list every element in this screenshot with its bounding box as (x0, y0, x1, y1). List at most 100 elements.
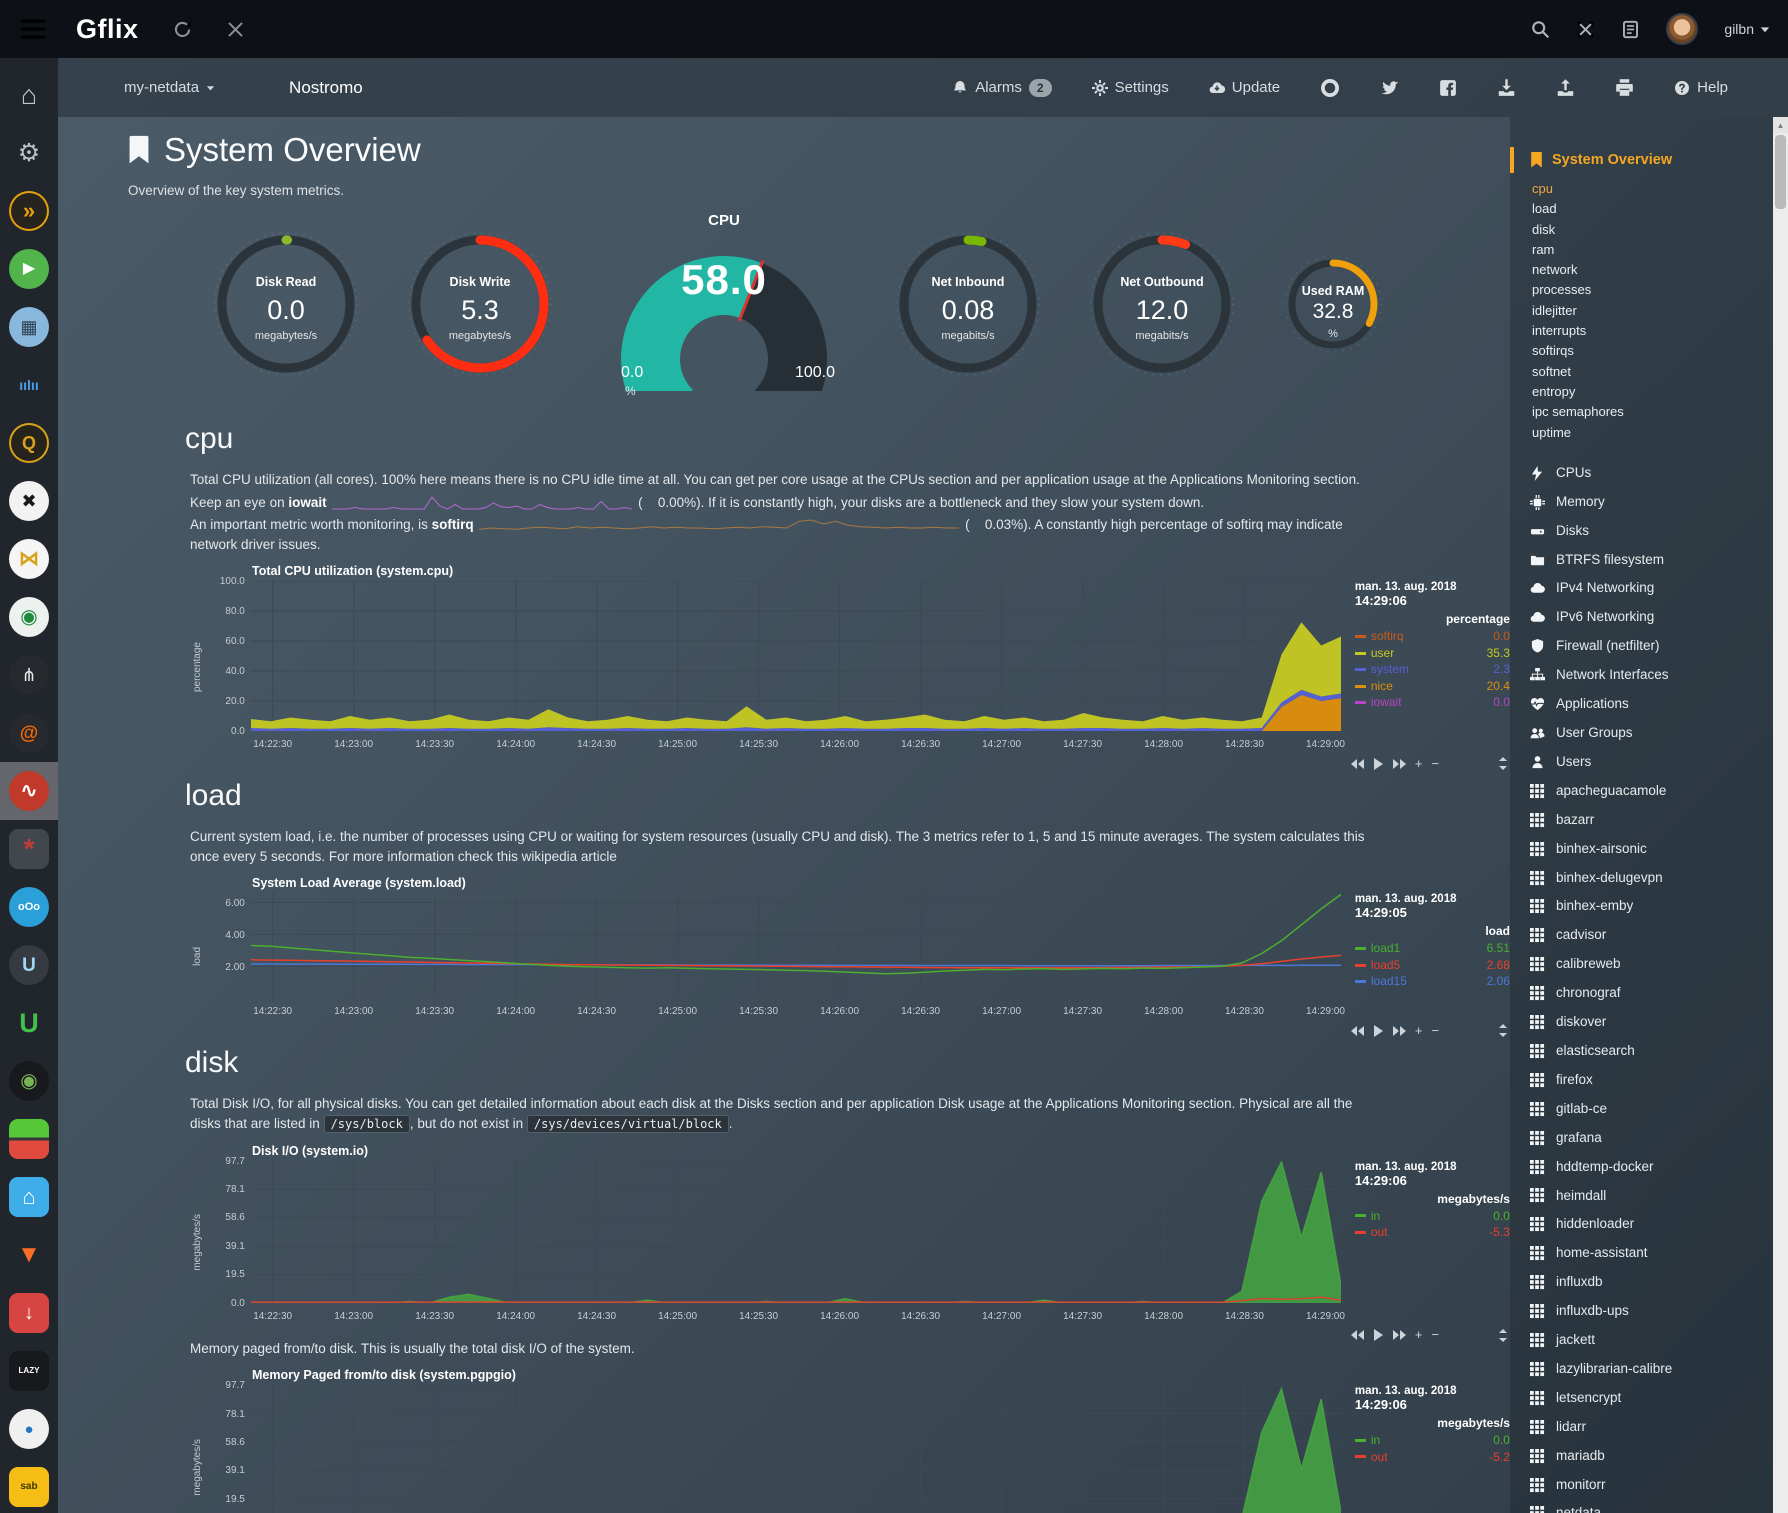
twitter-icon[interactable] (1380, 78, 1399, 97)
facebook-icon[interactable] (1439, 79, 1457, 97)
menu-app-binhex-emby[interactable]: binhex-emby (1530, 892, 1765, 921)
legend-in[interactable]: in 0.0 (1355, 1208, 1510, 1225)
zoom-out-button[interactable]: − (1431, 758, 1439, 770)
hostname[interactable]: Nostromo (289, 78, 363, 98)
rail-sabnzbd[interactable]: sab (0, 1458, 58, 1513)
pan-forward-button[interactable] (1392, 1329, 1406, 1341)
menu-app-netdata[interactable]: netdata (1530, 1499, 1765, 1513)
scrollbar-up-arrow[interactable]: ▲ (1773, 117, 1788, 133)
pan-forward-button[interactable] (1392, 1025, 1406, 1037)
menu-section-cpus[interactable]: CPUs (1530, 459, 1765, 488)
user-menu[interactable]: gilbn (1724, 21, 1770, 37)
help-button[interactable]: Help (1674, 79, 1728, 96)
menu-sub-ram[interactable]: ram (1532, 240, 1765, 260)
menu-section-network-interfaces[interactable]: Network Interfaces (1530, 661, 1765, 690)
refresh-icon[interactable] (173, 20, 192, 39)
gauge-cpu[interactable]: CPU 58.0 0.0 100.0 % (599, 212, 849, 396)
legend-load5[interactable]: load5 2.68 (1355, 957, 1510, 974)
search-icon[interactable] (1531, 20, 1550, 39)
legend-system[interactable]: system 2.3 (1355, 661, 1510, 678)
menu-sub-softirqs[interactable]: softirqs (1532, 341, 1765, 361)
menu-app-hddtemp-docker[interactable]: hddtemp-docker (1530, 1153, 1765, 1182)
menu-system-overview[interactable]: System Overview (1510, 147, 1765, 173)
menu-app-letsencrypt[interactable]: letsencrypt (1530, 1384, 1765, 1413)
zoom-in-button[interactable]: + (1415, 758, 1423, 770)
menu-section-firewall-netfilter-[interactable]: Firewall (netfilter) (1530, 632, 1765, 661)
menu-sub-softnet[interactable]: softnet (1532, 362, 1765, 382)
menu-section-users[interactable]: Users (1530, 748, 1765, 777)
menu-app-influxdb[interactable]: influxdb (1530, 1268, 1765, 1297)
menu-sub-uptime[interactable]: uptime (1532, 423, 1765, 443)
menu-section-memory[interactable]: Memory (1530, 488, 1765, 517)
menu-section-disks[interactable]: Disks (1530, 517, 1765, 546)
rail-emby[interactable]: ▶ (0, 240, 58, 298)
changelog-icon[interactable] (1621, 20, 1640, 39)
menu-sub-disk[interactable]: disk (1532, 220, 1765, 240)
settings-button[interactable]: Settings (1092, 79, 1169, 96)
rail-gitlab[interactable]: ▼ (0, 1226, 58, 1284)
legend-iowait[interactable]: iowait 0.0 (1355, 694, 1510, 711)
rail-search-app[interactable]: Q (0, 414, 58, 472)
menu-section-applications[interactable]: Applications (1530, 690, 1765, 719)
chart-plot[interactable] (251, 1161, 1341, 1303)
menu-app-lazylibrarian-calibre[interactable]: lazylibrarian-calibre (1530, 1355, 1765, 1384)
menu-app-heimdall[interactable]: heimdall (1530, 1182, 1765, 1211)
legend-user[interactable]: user 35.3 (1355, 645, 1510, 662)
rail-home-assistant[interactable]: ⌂ (0, 1168, 58, 1226)
chart-system-cpu[interactable]: Total CPU utilization (system.cpu) perce… (126, 564, 1510, 753)
rail-plex[interactable]: » (0, 182, 58, 240)
inline-sparkline[interactable] (479, 518, 959, 534)
export-icon[interactable] (1556, 78, 1575, 97)
menu-section-user-groups[interactable]: User Groups (1530, 719, 1765, 748)
menu-sub-cpu[interactable]: cpu (1532, 179, 1765, 199)
rail-settings-gear[interactable]: ⚙ (0, 124, 58, 182)
chart-plot[interactable] (251, 581, 1341, 731)
import-icon[interactable] (1497, 78, 1516, 97)
chart-system-io[interactable]: Disk I/O (system.io) megabytes/s 0.019.5… (126, 1144, 1510, 1325)
menu-app-diskover[interactable]: diskover (1530, 1008, 1765, 1037)
avatar[interactable] (1666, 13, 1698, 45)
pan-backward-button[interactable] (1351, 758, 1365, 770)
zoom-in-button[interactable]: + (1415, 1329, 1423, 1341)
menu-app-home-assistant[interactable]: home-assistant (1530, 1239, 1765, 1268)
chart-resize-handle[interactable] (1498, 1329, 1508, 1342)
gauge-net-outbound[interactable]: Net Outbound 12.0 megabits/s (1087, 229, 1237, 379)
menu-sub-entropy[interactable]: entropy (1532, 382, 1765, 402)
rail-nextcloud[interactable]: oOo (0, 878, 58, 936)
play-button[interactable] (1374, 758, 1383, 770)
scrollbar[interactable]: ▲ (1773, 117, 1788, 1513)
rail-lazylibrarian[interactable]: LAZY (0, 1342, 58, 1400)
menu-app-binhex-airsonic[interactable]: binhex-airsonic (1530, 835, 1765, 864)
rail-youtubedl[interactable]: ↓ (0, 1284, 58, 1342)
inline-sparkline[interactable] (332, 495, 632, 511)
chart-plot[interactable] (251, 1385, 1341, 1513)
rail-share-network[interactable]: ⋔ (0, 646, 58, 704)
chart-system-load[interactable]: System Load Average (system.load) load 2… (126, 876, 1510, 1020)
rail-tautulli[interactable]: ▦ (0, 298, 58, 356)
menu-app-calibreweb[interactable]: calibreweb (1530, 950, 1765, 979)
alarms-button[interactable]: Alarms 2 (952, 79, 1051, 97)
menu-app-influxdb-ups[interactable]: influxdb-ups (1530, 1297, 1765, 1326)
gauge-net-inbound[interactable]: Net Inbound 0.08 megabits/s (893, 229, 1043, 379)
menu-sub-processes[interactable]: processes (1532, 280, 1765, 300)
rail-ombi[interactable]: ⋈ (0, 530, 58, 588)
menu-app-grafana[interactable]: grafana (1530, 1124, 1765, 1153)
menu-app-binhex-delugevpn[interactable]: binhex-delugevpn (1530, 864, 1765, 893)
chart-system-pgpgio[interactable]: Memory Paged from/to disk (system.pgpgio… (126, 1368, 1510, 1513)
menu-sub-network[interactable]: network (1532, 260, 1765, 280)
pan-forward-button[interactable] (1392, 758, 1406, 770)
menu-app-lidarr[interactable]: lidarr (1530, 1413, 1765, 1442)
menu-app-apacheguacamole[interactable]: apacheguacamole (1530, 777, 1765, 806)
hamburger-icon[interactable] (18, 18, 48, 40)
rail-raspberry-app[interactable]: * (0, 820, 58, 878)
pan-backward-button[interactable] (1351, 1025, 1365, 1037)
rail-airsonic[interactable]: ıılıı (0, 356, 58, 414)
legend-out[interactable]: out -5.2 (1355, 1449, 1510, 1466)
fullscreen-icon[interactable] (1576, 20, 1595, 39)
menu-app-gitlab-ce[interactable]: gitlab-ce (1530, 1095, 1765, 1124)
menu-section-ipv4-networking[interactable]: IPv4 Networking (1530, 574, 1765, 603)
pan-backward-button[interactable] (1351, 1329, 1365, 1341)
play-button[interactable] (1374, 1329, 1383, 1341)
menu-app-firefox[interactable]: firefox (1530, 1066, 1765, 1095)
menu-sub-load[interactable]: load (1532, 199, 1765, 219)
